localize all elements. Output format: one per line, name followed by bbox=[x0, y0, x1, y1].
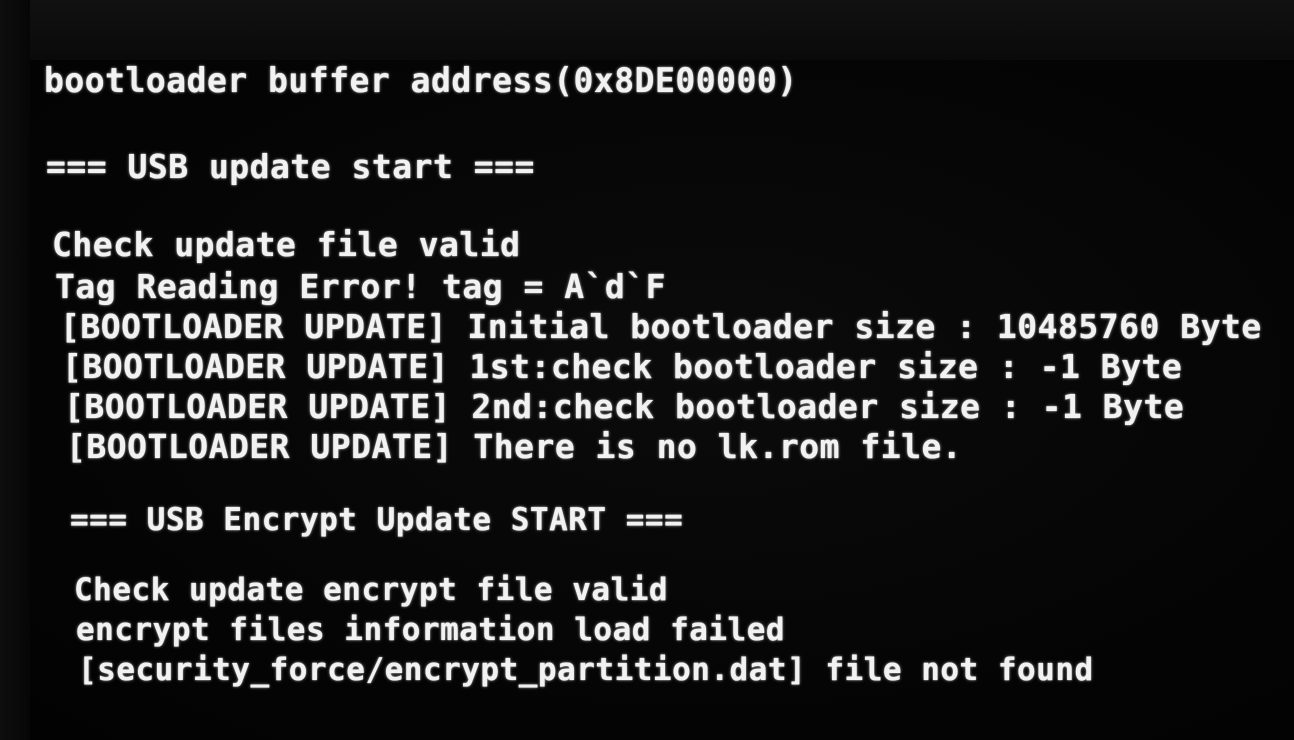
console-line-first-check: [BOOTLOADER UPDATE] 1st:check bootloader… bbox=[62, 347, 1183, 386]
console-line-encrypt-load-failed: encrypt files information load failed bbox=[76, 612, 786, 648]
console-line-check-update-file: Check update file valid bbox=[52, 225, 521, 264]
boot-console: bootloader buffer address(0x8DE00000) ==… bbox=[0, 0, 1294, 740]
console-line-check-encrypt-file: Check update encrypt file valid bbox=[74, 572, 669, 608]
console-line-initial-bootloader-size: [BOOTLOADER UPDATE] Initial bootloader s… bbox=[60, 307, 1262, 346]
console-line-buffer-address: bootloader buffer address(0x8DE00000) bbox=[44, 60, 798, 101]
console-line-usb-encrypt-start: === USB Encrypt Update START === bbox=[70, 502, 684, 538]
console-line-second-check: [BOOTLOADER UPDATE] 2nd:check bootloader… bbox=[64, 387, 1185, 426]
console-line-tag-reading-error: Tag Reading Error! tag = A`d`F bbox=[55, 267, 667, 306]
console-line-file-not-found: [security_force/encrypt_partition.dat] f… bbox=[78, 652, 1094, 688]
boot-screen: bootloader buffer address(0x8DE00000) ==… bbox=[0, 0, 1294, 740]
console-line-no-lk-rom: [BOOTLOADER UPDATE] There is no lk.rom f… bbox=[66, 427, 963, 466]
console-line-usb-update-start: === USB update start === bbox=[46, 147, 535, 186]
